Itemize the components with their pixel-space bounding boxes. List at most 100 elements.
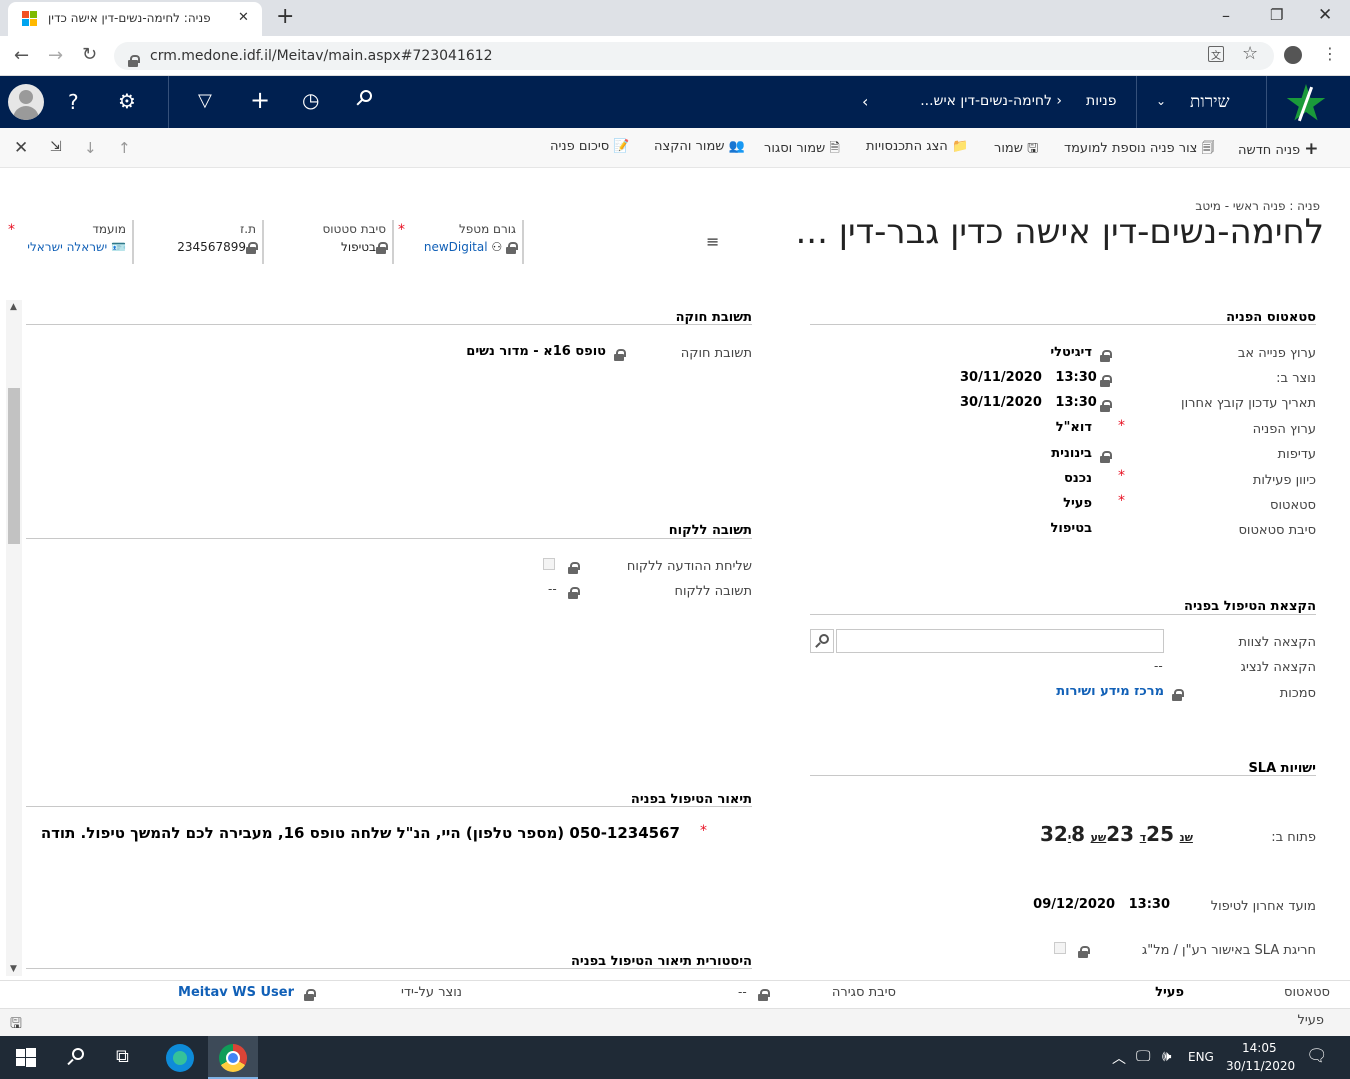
description-text[interactable]: 050-1234567 (מספר טלפון) היי, הנ"ל שלחה …	[40, 824, 680, 842]
close-window-button[interactable]: ✕	[1318, 5, 1332, 25]
back-icon[interactable]: ←	[14, 45, 29, 66]
close-record-icon[interactable]: ✕	[14, 138, 28, 158]
idf-logo-icon	[1282, 80, 1330, 126]
cmd-new-case[interactable]: + פניה חדשה	[1238, 139, 1319, 159]
maximize-button[interactable]: ❐	[1270, 6, 1283, 24]
lock-icon	[1078, 941, 1090, 960]
lock-icon	[1100, 345, 1112, 364]
lock-icon	[568, 557, 580, 576]
field-label: תאריך עדכון קובץ אחרון	[1181, 396, 1316, 411]
clock-time[interactable]: 14:05	[1242, 1041, 1277, 1055]
chrome-taskbar-item[interactable]	[208, 1036, 258, 1079]
scroll-down-icon[interactable]: ▼	[10, 964, 17, 974]
filter-icon[interactable]: ▽	[198, 90, 212, 111]
language-indicator[interactable]: ENG	[1188, 1050, 1214, 1064]
minimize-button[interactable]: –	[1222, 6, 1230, 25]
header-field-status-reason: סיבת סטטוס בטיפול	[270, 222, 388, 254]
task-view-icon[interactable]: ⧉	[116, 1046, 129, 1067]
field-label: שליחת ההודעה ללקוח	[626, 559, 752, 574]
team-search-input[interactable]	[836, 629, 1164, 653]
field-value[interactable]: בטיפול	[960, 521, 1092, 536]
field-value[interactable]: פעיל	[960, 496, 1092, 511]
ms-logo-icon	[22, 11, 38, 27]
cmd-show-plans[interactable]: 📁 הצג התכנסויות	[866, 139, 968, 154]
forward-icon[interactable]: →	[48, 45, 63, 66]
browser-menu-icon[interactable]: ⋮	[1322, 44, 1338, 63]
handler-value[interactable]: newDigital	[424, 240, 488, 254]
lookup-search-button[interactable]	[810, 629, 834, 653]
field-value[interactable]: דוא"ל	[960, 420, 1092, 435]
candidate-value[interactable]: ישראלה ישראלי	[27, 240, 107, 254]
field-value[interactable]: נכנס	[960, 471, 1092, 486]
summary-icon: 📝	[613, 139, 630, 154]
header-menu-icon[interactable]: ≡	[706, 232, 719, 251]
settings-icon[interactable]: ⚙	[118, 89, 136, 113]
cmd-save-assign[interactable]: 👥 שמור והקצה	[654, 139, 745, 154]
cmd-save-close[interactable]: 🗎 שמור וסגור	[764, 139, 840, 161]
taskbar-search-icon[interactable]	[66, 1048, 86, 1068]
https-lock-icon	[128, 54, 140, 67]
scroll-up-icon[interactable]: ▲	[10, 302, 17, 312]
reload-icon[interactable]: ↻	[82, 44, 97, 65]
footer-save-icon[interactable]: 🖫	[10, 1013, 22, 1037]
nav-area-label[interactable]: פניות	[1086, 93, 1117, 109]
translate-icon[interactable]: 文	[1208, 46, 1224, 62]
recent-icon[interactable]: ◷	[302, 88, 319, 112]
tab-close-icon[interactable]: ✕	[238, 10, 249, 25]
assign-section-title: הקצאת הטיפול בפניה	[1184, 599, 1316, 614]
authority-value[interactable]: מרכז מידע ושירות	[1020, 684, 1164, 699]
create-icon[interactable]: +	[250, 86, 270, 114]
header-field-handler[interactable]: * גורם מטפל ⚇ newDigital	[398, 222, 518, 254]
field-value[interactable]: --	[1154, 659, 1163, 673]
network-icon[interactable]: 🖵	[1136, 1047, 1150, 1065]
cmd-save[interactable]: 🖫 שמור	[994, 139, 1038, 161]
clock-date[interactable]: 30/11/2020	[1226, 1059, 1295, 1073]
sla-breach-checkbox[interactable]	[1054, 942, 1066, 954]
sla-section-title: SLA ישויות	[1248, 761, 1316, 776]
cmd-summary[interactable]: 📝 סיכום פניה	[550, 139, 630, 154]
prev-record-icon[interactable]: ↑	[118, 139, 131, 157]
profile-icon[interactable]	[1284, 46, 1302, 64]
scrollbar[interactable]: ▲ ▼	[6, 300, 22, 976]
notification-icon[interactable]: 🗨	[1306, 1046, 1328, 1066]
handler-label: * גורם מטפל	[398, 222, 516, 238]
lock-icon	[376, 241, 388, 254]
url-field[interactable]: crm.medone.idf.il/Meitav/main.aspx#72304…	[114, 42, 1274, 70]
search-icon[interactable]	[356, 90, 374, 108]
tray-chevron-up-icon[interactable]: ︿	[1112, 1048, 1126, 1068]
required-marker: *	[1118, 468, 1125, 484]
popout-icon[interactable]: ⇲	[50, 139, 62, 155]
nav-record-crumb[interactable]: ‹ לחימה-נשים-דין איש...	[886, 93, 1062, 109]
cmd-summary-label: סיכום פניה	[550, 139, 610, 154]
plans-icon: 📁	[951, 139, 969, 154]
lock-icon	[614, 344, 626, 363]
lock-icon	[304, 984, 316, 1003]
chrome-icon	[219, 1044, 247, 1072]
app-name[interactable]: שירות	[1190, 92, 1230, 112]
send-to-client-checkbox[interactable]	[543, 558, 555, 570]
field-label: סמכות	[1279, 686, 1316, 701]
scroll-thumb[interactable]	[8, 388, 20, 544]
nav-back-chevron-icon[interactable]: ‹	[862, 92, 868, 111]
new-tab-button[interactable]: +	[276, 4, 294, 29]
footer-created-by-value[interactable]: Meitav WS User	[150, 985, 294, 1000]
field-label: חריגת SLA באישור רע"ן / מל"ג	[1141, 943, 1316, 958]
user-avatar[interactable]	[8, 84, 44, 120]
law-section-title: תשובת חוקה	[675, 310, 752, 325]
next-record-icon[interactable]: ↓	[84, 139, 97, 157]
volume-icon[interactable]: 🕪	[1162, 1047, 1171, 1065]
cmd-add-related[interactable]: 🗐 צור פניה נוספת למועמד	[1064, 139, 1215, 161]
windows-start-icon[interactable]	[16, 1048, 36, 1068]
nav-record-label: לחימה-נשים-דין איש...	[920, 93, 1052, 109]
field-value: דיגיטלי	[1050, 345, 1092, 360]
help-icon[interactable]: ?	[68, 90, 79, 114]
header-field-candidate[interactable]: * מועמד 🪪 ישראלה ישראלי	[8, 222, 126, 254]
star-icon[interactable]: ☆	[1242, 43, 1258, 64]
required-marker: *	[8, 222, 15, 238]
section-divider	[26, 968, 752, 969]
app-chevron-down-icon[interactable]: ⌄	[1156, 94, 1166, 108]
footer-close-reason-value: --	[738, 985, 747, 999]
edge-icon[interactable]	[166, 1044, 194, 1072]
browser-tab[interactable]: פניה: לחימה-נשים-דין אישה כדין ✕	[8, 2, 262, 36]
section-divider	[26, 538, 752, 539]
